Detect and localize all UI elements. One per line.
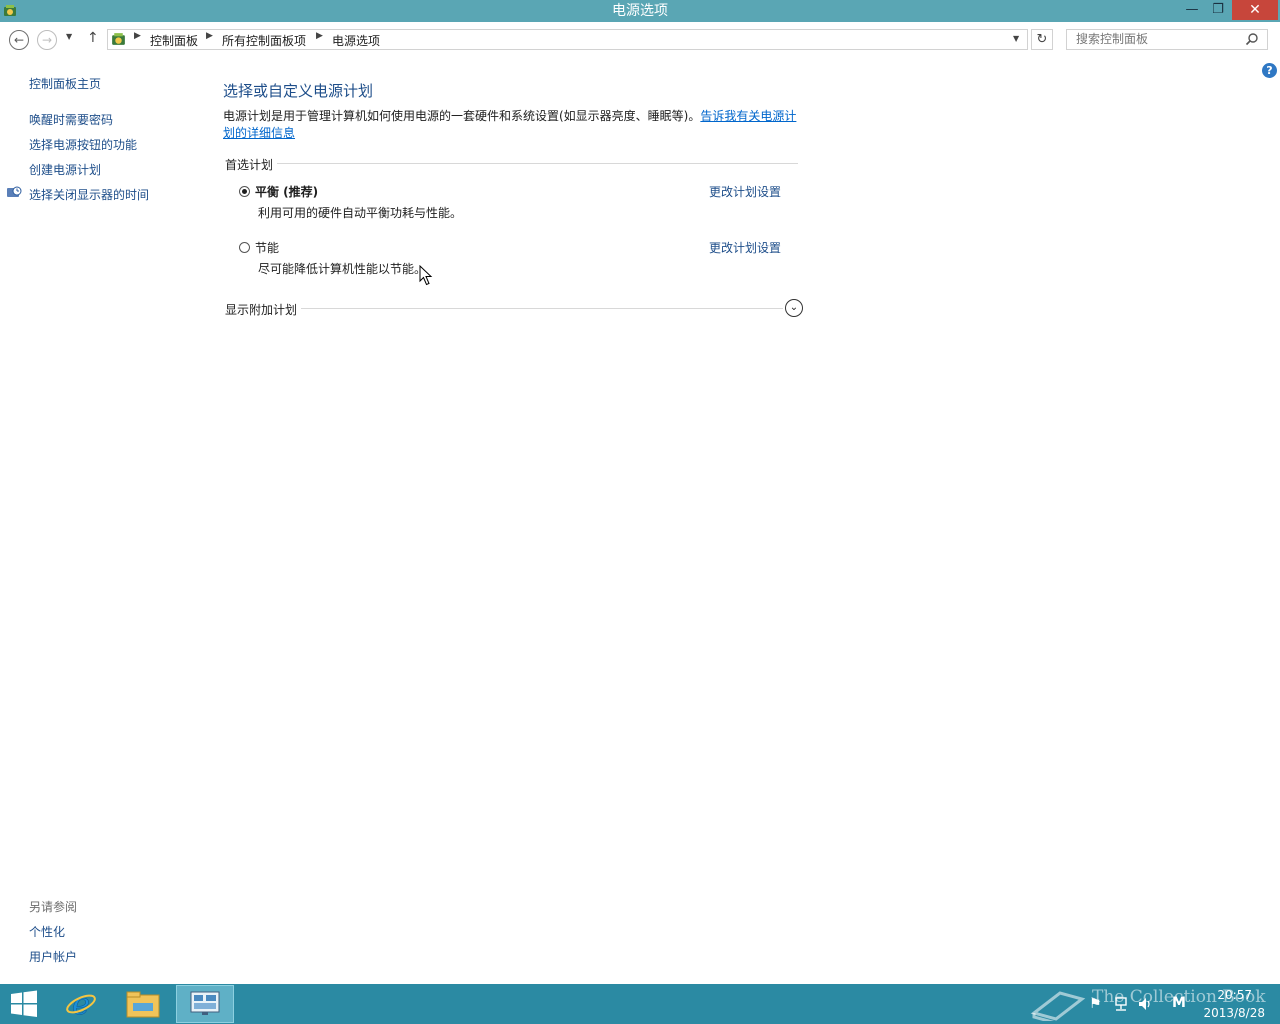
- breadcrumb-separator-icon[interactable]: ▶: [206, 31, 213, 41]
- window-title: 电源选项: [612, 3, 668, 19]
- sidebar-item-control-panel-home[interactable]: 控制面板主页: [29, 75, 101, 92]
- power-saver-plan-name[interactable]: 节能: [255, 239, 279, 256]
- clock-date[interactable]: 2013/8/28: [1194, 1006, 1265, 1020]
- internet-explorer-icon[interactable]: e: [64, 987, 98, 1021]
- power-saver-change-settings-link[interactable]: 更改计划设置: [709, 239, 781, 256]
- control-panel-taskbar-icon: [190, 991, 220, 1015]
- network-icon[interactable]: [1113, 996, 1129, 1012]
- balanced-change-settings-link[interactable]: 更改计划设置: [709, 183, 781, 200]
- breadcrumb-all-items[interactable]: 所有控制面板项: [222, 32, 306, 49]
- breadcrumb-separator-icon[interactable]: ▶: [316, 31, 323, 41]
- breadcrumb-power-options[interactable]: 电源选项: [332, 32, 380, 49]
- recent-locations-chevron-icon[interactable]: ▼: [66, 32, 72, 41]
- back-button[interactable]: ←: [9, 30, 29, 50]
- divider: [225, 163, 798, 164]
- sidebar-item-power-button[interactable]: 选择电源按钮的功能: [29, 136, 137, 153]
- file-explorer-icon[interactable]: [125, 989, 161, 1019]
- breadcrumb-separator-icon[interactable]: ▶: [134, 31, 141, 41]
- minimize-button[interactable]: —: [1180, 0, 1204, 20]
- action-center-flag-icon[interactable]: ⚑: [1089, 996, 1102, 1012]
- radio-selected-dot: [242, 189, 247, 194]
- expand-chevron-icon[interactable]: ⌄: [785, 299, 803, 317]
- search-icon[interactable]: [1245, 32, 1259, 46]
- preferred-plans-label: 首选计划: [225, 156, 278, 173]
- see-also-user-accounts[interactable]: 用户帐户: [29, 948, 77, 965]
- refresh-button[interactable]: ↻: [1031, 29, 1053, 50]
- divider: [225, 308, 783, 309]
- control-panel-icon: [112, 33, 125, 45]
- page-title: 选择或自定义电源计划: [223, 82, 374, 100]
- sidebar-item-create-plan[interactable]: 创建电源计划: [29, 161, 101, 178]
- restore-button[interactable]: ❐: [1206, 0, 1230, 20]
- clock-time[interactable]: 20:57: [1200, 988, 1252, 1002]
- forward-button[interactable]: →: [37, 30, 57, 50]
- help-icon[interactable]: ?: [1262, 63, 1277, 78]
- see-also-personalization[interactable]: 个性化: [29, 923, 65, 940]
- address-dropdown-chevron-icon[interactable]: ▼: [1013, 34, 1019, 43]
- volume-icon[interactable]: [1137, 996, 1153, 1012]
- balanced-plan-description: 利用可用的硬件自动平衡功耗与性能。: [258, 206, 463, 220]
- input-method-m-icon[interactable]: M: [1172, 995, 1188, 1011]
- balanced-radio[interactable]: [239, 186, 250, 197]
- mouse-cursor-icon: [419, 265, 433, 286]
- page-description: 电源计划是用于管理计算机如何使用电源的一套硬件和系统设置(如显示器亮度、睡眠等)…: [223, 108, 803, 142]
- power-options-icon: [4, 5, 16, 16]
- close-button[interactable]: ✕: [1232, 0, 1278, 20]
- balanced-plan-name[interactable]: 平衡 (推荐): [255, 183, 318, 200]
- power-saver-radio[interactable]: [239, 242, 250, 253]
- svg-text:e: e: [72, 987, 90, 1021]
- watermark-book-icon: [1030, 991, 1086, 1021]
- up-arrow-icon[interactable]: ↑: [87, 30, 99, 46]
- see-also-heading: 另请参阅: [29, 900, 78, 914]
- display-timer-icon: [7, 186, 22, 197]
- sidebar-item-display-off-time[interactable]: 选择关闭显示器的时间: [29, 186, 149, 203]
- breadcrumb-control-panel[interactable]: 控制面板: [150, 32, 198, 49]
- search-input[interactable]: 搜索控制面板: [1066, 29, 1268, 50]
- show-additional-plans-label[interactable]: 显示附加计划: [225, 301, 302, 318]
- start-button-windows-icon[interactable]: [10, 990, 38, 1018]
- power-saver-plan-description: 尽可能降低计算机性能以节能。: [258, 262, 427, 276]
- sidebar-item-wake-password[interactable]: 唤醒时需要密码: [29, 111, 113, 128]
- description-text: 电源计划是用于管理计算机如何使用电源的一套硬件和系统设置(如显示器亮度、睡眠等)…: [223, 109, 701, 123]
